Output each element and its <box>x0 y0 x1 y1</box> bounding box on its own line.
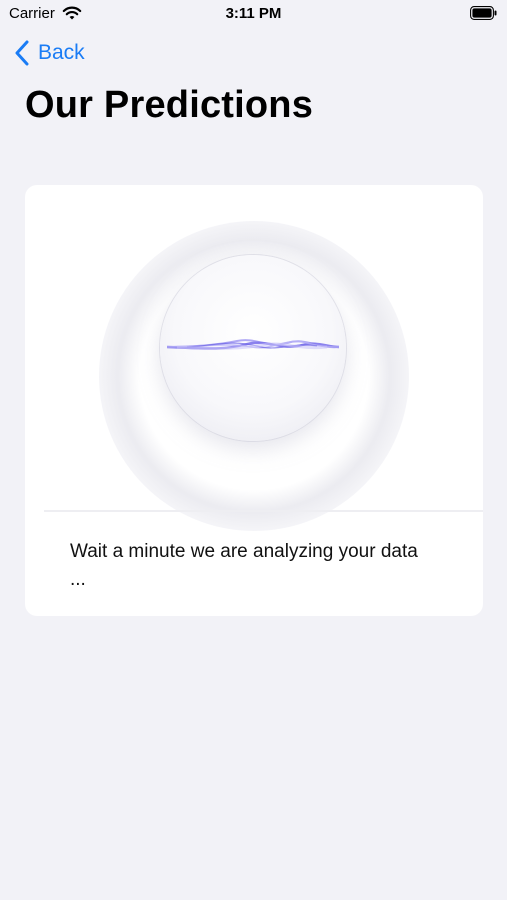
back-label: Back <box>38 41 85 64</box>
battery-icon <box>470 6 497 20</box>
status-time: 3:11 PM <box>225 5 282 22</box>
back-button[interactable]: Back <box>14 38 85 68</box>
chevron-left-icon <box>15 40 29 66</box>
screen: Carrier 3:11 PM Back Our Predictions Wai… <box>0 0 507 900</box>
analyzing-message: Wait a minute we are analyzing your data… <box>70 541 418 590</box>
siri-wave-icon <box>167 339 339 350</box>
analyzing-animation <box>25 185 483 531</box>
card-divider <box>44 510 483 512</box>
prediction-card: Wait a minute we are analyzing your data… <box>25 185 483 616</box>
status-bar: Carrier 3:11 PM <box>0 0 507 30</box>
page-title: Our Predictions <box>25 84 314 126</box>
